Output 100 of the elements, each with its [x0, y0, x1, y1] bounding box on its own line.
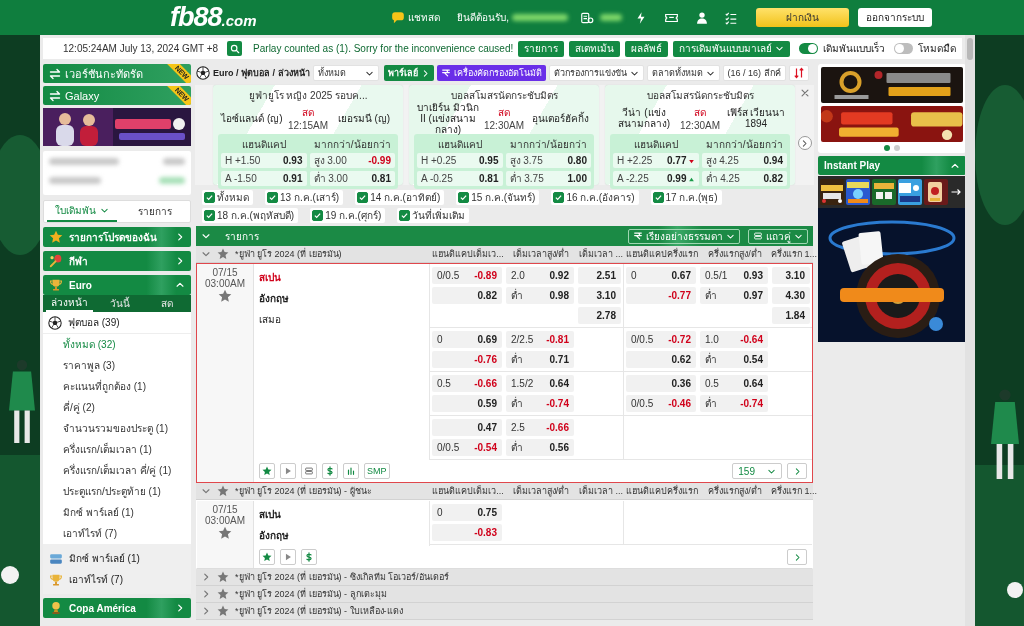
odds-button[interactable]: สูง 3.75 0.80	[505, 153, 591, 168]
odds-button[interactable]: ต่ำ -0.74	[700, 395, 768, 412]
menu-item[interactable]: คะแนนที่ถูกต้อง (1)	[43, 376, 191, 397]
odds-button[interactable]: -0.76	[432, 351, 502, 368]
odds-button[interactable]: 0.59	[432, 395, 502, 412]
odds-button[interactable]: 3.10	[578, 287, 621, 304]
league-count-button[interactable]: (16 / 16) ลีกค์	[722, 65, 786, 81]
sort-dropdown[interactable]: เรียงอย่างธรรมดา	[628, 228, 740, 244]
menu-item[interactable]: ทั้งหมด (32)	[43, 334, 191, 355]
odds-button[interactable]: 0.36	[626, 375, 696, 392]
odds-button[interactable]: A -1.50 0.91	[221, 171, 307, 186]
menu-item[interactable]: ครึ่งแรก/เต็มเวลา คี่/คู่ (1)	[43, 460, 191, 481]
league-row[interactable]: *ยูฟ่า ยูโร 2024 (ที่ เยอรมัน) - ซิงเกิลทีม โอเวอร์/อันเดอร์	[196, 569, 813, 586]
match-filter-dropdown[interactable]: ตัวกรองการแข่งขัน	[548, 65, 644, 81]
menu-item[interactable]: จำนวนรวมของประตู (1)	[43, 418, 191, 439]
odds-button[interactable]: ต่ำ 0.71	[506, 351, 574, 368]
odds-button[interactable]: 0.82	[432, 287, 502, 304]
market-count-dropdown[interactable]: 159	[732, 463, 782, 479]
nav-button[interactable]: ผลลัพธ์	[625, 40, 669, 57]
odds-button[interactable]: 1.5/2 0.64	[506, 375, 574, 392]
odds-button[interactable]: 1.84	[772, 307, 810, 324]
odds-button[interactable]: 0 0.75	[432, 504, 502, 521]
odds-button[interactable]: 0/0.5 -0.54	[432, 439, 502, 456]
section-header[interactable]: Copa América	[43, 598, 191, 618]
smp-button[interactable]: SMP	[364, 463, 390, 479]
odds-button[interactable]: 2.51	[578, 267, 621, 284]
section-header[interactable]: รายการโปรดของฉัน	[43, 227, 191, 247]
odds-button[interactable]: H +0.25 0.95	[417, 153, 503, 168]
tab[interactable]: รายการ	[120, 201, 190, 222]
odds-button[interactable]: 1.0 -0.64	[700, 331, 768, 348]
tab[interactable]: สด	[143, 295, 191, 312]
menu-item[interactable]: ราคาพูล (3)	[43, 355, 191, 376]
odds-button[interactable]: 0 0.67	[626, 267, 696, 284]
odds-button[interactable]: 0/0.5 -0.72	[626, 331, 696, 348]
period-dropdown[interactable]: ทั้งหมด	[312, 65, 379, 81]
odds-button[interactable]: ต่ำ 3.00 0.81	[309, 171, 395, 186]
date-filter[interactable]: 13 ก.ค.(เสาร์)	[265, 190, 344, 205]
odds-button[interactable]: ต่ำ -0.74	[506, 395, 574, 412]
live-chat-link[interactable]: แชทสด	[391, 10, 441, 25]
menu-item[interactable]: มิกซ์ พาร์เลย์ (1)	[43, 502, 191, 523]
view-dropdown[interactable]: แถวคู่	[748, 228, 808, 244]
odds-button[interactable]: 3.10	[772, 267, 810, 284]
date-filter[interactable]: 16 ก.ค.(อังคาร)	[551, 190, 639, 205]
odds-button[interactable]: A -2.25 0.99	[613, 171, 699, 186]
parlay-button[interactable]: พาร์เลย์	[383, 65, 434, 81]
odds-button[interactable]: 2/2.5 -0.81	[506, 331, 574, 348]
date-filter[interactable]: 15 ก.ค.(จันทร์)	[456, 190, 540, 205]
nav-button[interactable]: รายการ	[518, 40, 565, 57]
odds-button[interactable]: H +1.50 0.93	[221, 153, 307, 168]
menu-item[interactable]: เอาท์ไรท์ (7)	[43, 523, 191, 544]
odds-button[interactable]: 0.5/1 0.93	[700, 267, 768, 284]
odds-button[interactable]: ต่ำ 4.25 0.82	[701, 171, 787, 186]
menu-item[interactable]: ครึ่งแรก/เต็มเวลา (1)	[43, 439, 191, 460]
odds-button[interactable]: -0.83	[432, 524, 502, 541]
section-header[interactable]: กีฬา	[43, 251, 191, 271]
section-header[interactable]: Instant Play	[818, 156, 966, 175]
odds-button[interactable]: 2.5 -0.66	[506, 419, 574, 436]
league-row[interactable]: *ยูฟ่า ยูโร 2024 (ที่ เยอรมัน) - ลูกเตะมุม	[196, 586, 813, 603]
date-filter[interactable]: 14 ก.ค.(อาทิตย์)	[355, 190, 445, 205]
odds-button[interactable]: 2.0 0.92	[506, 267, 574, 284]
odds-button[interactable]: 0/0.5 -0.46	[626, 395, 696, 412]
date-filter[interactable]: 19 ก.ค.(ศุกร์)	[310, 208, 386, 223]
odds-button[interactable]: 0.47	[432, 419, 502, 436]
odds-button[interactable]: 0.5 0.64	[700, 375, 768, 392]
menu-item[interactable]: มิกซ์ พาร์เลย์ (1)	[43, 548, 191, 569]
odds-button[interactable]: -0.77	[626, 287, 696, 304]
market-filter-dropdown[interactable]: ตลาดทั้งหมด	[646, 65, 720, 81]
odds-button[interactable]: 0 0.69	[432, 331, 502, 348]
logout-button[interactable]: ออกจากระบบ	[858, 8, 932, 27]
odds-button[interactable]: 0/0.5 -0.89	[432, 267, 502, 284]
auto-filter-button[interactable]: เครื่องคัดกรองอัตโนมัติ	[436, 65, 546, 81]
league-row[interactable]: *ยูฟ่า ยูโร 2024 (ที่ เยอรมัน) - ใบเหลือง-แดง	[196, 603, 813, 620]
odds-button[interactable]: 4.30	[772, 287, 810, 304]
tab[interactable]: ใบเดิมพัน	[47, 201, 117, 222]
deposit-button[interactable]: ฝากเงิน	[756, 8, 849, 27]
odds-button[interactable]: H +2.25 0.77	[613, 153, 699, 168]
menu-item[interactable]: เอาท์ไรท์ (7)	[43, 569, 191, 590]
odds-button[interactable]: ต่ำ 0.97	[700, 287, 768, 304]
menu-item[interactable]: ประตูแรก/ประตูท้าย (1)	[43, 481, 191, 502]
section-header[interactable]: Euro	[43, 275, 191, 295]
date-filter[interactable]: ทั้งหมด	[202, 190, 253, 205]
tab[interactable]: วันนี้	[96, 295, 144, 312]
sport-item[interactable]: ฟุตบอล (39)	[43, 312, 191, 334]
date-filter[interactable]: 18 ก.ค.(พฤหัสบดี)	[202, 208, 299, 223]
menu-item[interactable]: คี่/คู่ (2)	[43, 397, 191, 418]
odds-button[interactable]: สูง 3.00 -0.99	[309, 153, 395, 168]
date-filter[interactable]: วันที่เพิ่มเติม	[397, 208, 470, 223]
logo[interactable]: fb88.com	[170, 4, 257, 31]
odds-button[interactable]: A -0.25 0.81	[417, 171, 503, 186]
odds-button[interactable]: ต่ำ 0.56	[506, 439, 574, 456]
nav-button[interactable]: สเตทเม้น	[569, 40, 621, 57]
odds-button[interactable]: ต่ำ 0.98	[506, 287, 574, 304]
odds-button[interactable]: 2.78	[578, 307, 621, 324]
odds-button[interactable]: 0.5 -0.66	[432, 375, 502, 392]
odds-button[interactable]: ต่ำ 3.75 1.00	[505, 171, 591, 186]
odds-button[interactable]: ต่ำ 0.54	[700, 351, 768, 368]
odds-type-dropdown[interactable]: การเดิมพันแบบมาเลย์	[673, 40, 791, 57]
odds-button[interactable]: 0.62	[626, 351, 696, 368]
date-filter[interactable]: 17 ก.ค.(พุธ)	[650, 190, 722, 205]
odds-button[interactable]: สูง 4.25 0.94	[701, 153, 787, 168]
